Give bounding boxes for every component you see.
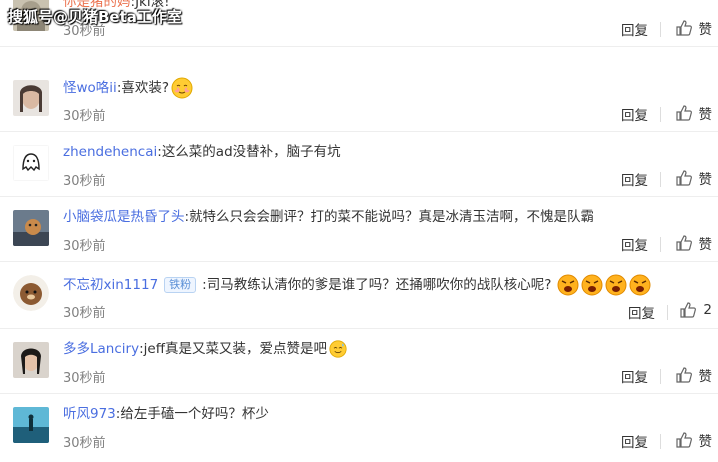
like-label: 赞 <box>698 369 713 385</box>
comment-username[interactable]: 多多Lanciry <box>63 339 139 359</box>
comment-item: 听风973: 给左手磕一个好吗？杯少 30秒前 回复 赞 <box>0 394 718 462</box>
fan-badge: 铁粉 <box>164 277 197 293</box>
comment-item: 你是猪的妈: Jkl滚! 30秒前 回复 赞 <box>0 0 718 47</box>
like-label: 赞 <box>698 22 713 38</box>
thumbs-up-icon <box>675 367 692 383</box>
thumbs-up-icon <box>675 170 692 186</box>
comment-time: 30秒前 <box>63 371 106 386</box>
angry-emoji-icon <box>557 274 579 296</box>
comment-time: 30秒前 <box>63 239 106 254</box>
like-button[interactable]: 赞 <box>675 103 713 123</box>
avatar[interactable] <box>13 275 49 311</box>
comment-text: 这么菜的ad没替补，脑子有坑 <box>161 144 341 160</box>
comment-item: 小脑袋瓜是热昏了头: 就特么只会会删评？打的菜不能说吗？真是冰清玉洁啊，不愧是队… <box>0 197 718 262</box>
comment-time: 30秒前 <box>63 174 106 189</box>
reply-button[interactable]: 回复 <box>621 169 648 189</box>
reply-button[interactable]: 回复 <box>628 302 655 322</box>
angry-emoji-icon <box>605 274 627 296</box>
reply-button[interactable]: 回复 <box>621 366 648 386</box>
angry-emoji-group <box>555 274 651 296</box>
comment-text: 就特么只会会删评？打的菜不能说吗？真是冰清玉洁啊，不愧是队霸 <box>189 209 595 225</box>
avatar[interactable] <box>13 342 49 378</box>
comment-item: 多多Lanciry: jeff真是又菜又装，爱点赞是吧 30秒前 回复 赞 <box>0 329 718 394</box>
comment-username[interactable]: 怪wo咯ii <box>63 78 117 98</box>
sweat-emoji-icon <box>329 340 347 358</box>
comment-time: 30秒前 <box>63 436 106 451</box>
thumbs-up-icon <box>675 235 692 251</box>
embarrassed-emoji-icon <box>171 77 193 99</box>
comment-text: jeff真是又菜又装，爱点赞是吧 <box>143 341 327 357</box>
avatar[interactable] <box>13 145 49 181</box>
comment-time: 30秒前 <box>63 306 106 321</box>
like-button[interactable]: 2 <box>679 301 712 319</box>
comment-username[interactable]: zhendehencai <box>63 142 157 162</box>
like-button[interactable]: 赞 <box>675 18 713 38</box>
action-divider <box>660 369 661 384</box>
comment-username[interactable]: 小脑袋瓜是热昏了头 <box>63 207 185 227</box>
thumbs-up-icon <box>680 302 697 318</box>
thumbs-up-icon <box>675 105 692 121</box>
action-divider <box>660 434 661 449</box>
avatar[interactable] <box>13 80 49 116</box>
reply-button[interactable]: 回复 <box>621 19 648 39</box>
avatar[interactable] <box>13 0 49 31</box>
angry-emoji-icon <box>629 274 651 296</box>
like-button[interactable]: 赞 <box>675 365 713 385</box>
angry-emoji-icon <box>581 274 603 296</box>
comment-username[interactable]: 你是猪的妈 <box>63 0 131 12</box>
like-label: 赞 <box>698 434 713 450</box>
reply-button[interactable]: 回复 <box>621 431 648 451</box>
comment-item: 不忘初xin1117 铁粉: 司马教练认清你的爹是谁了吗？还捅哪吹你的战队核心呢… <box>0 262 718 329</box>
action-divider <box>660 22 661 37</box>
like-label: 赞 <box>698 237 713 253</box>
comment-text: 司马教练认清你的爹是谁了吗？还捅哪吹你的战队核心呢? <box>206 277 552 293</box>
comment-username[interactable]: 不忘初xin1117 <box>63 275 158 295</box>
comment-text: 喜欢装? <box>121 80 170 96</box>
like-button[interactable]: 赞 <box>675 430 713 450</box>
reply-button[interactable]: 回复 <box>621 234 648 254</box>
thumbs-up-icon <box>675 432 692 448</box>
comment-item: zhendehencai: 这么菜的ad没替补，脑子有坑 30秒前 回复 赞 <box>0 132 718 197</box>
like-label: 赞 <box>698 172 713 188</box>
comment-text: 给左手磕一个好吗？杯少 <box>120 406 269 422</box>
comment-item: 怪wo咯ii: 喜欢装? 30秒前 回复 赞 <box>0 67 718 132</box>
comment-username[interactable]: 听风973 <box>63 404 116 424</box>
like-label: 赞 <box>698 107 713 123</box>
action-divider <box>667 305 668 320</box>
comment-time: 30秒前 <box>63 109 106 124</box>
action-divider <box>660 237 661 252</box>
action-divider <box>660 172 661 187</box>
like-button[interactable]: 赞 <box>675 233 713 253</box>
comment-time: 30秒前 <box>63 24 106 39</box>
comment-text: Jkl滚! <box>135 0 170 10</box>
reply-button[interactable]: 回复 <box>621 104 648 124</box>
like-count: 2 <box>703 302 712 318</box>
action-divider <box>660 107 661 122</box>
avatar[interactable] <box>13 407 49 443</box>
like-button[interactable]: 赞 <box>675 168 713 188</box>
thumbs-up-icon <box>675 20 692 36</box>
avatar[interactable] <box>13 210 49 246</box>
